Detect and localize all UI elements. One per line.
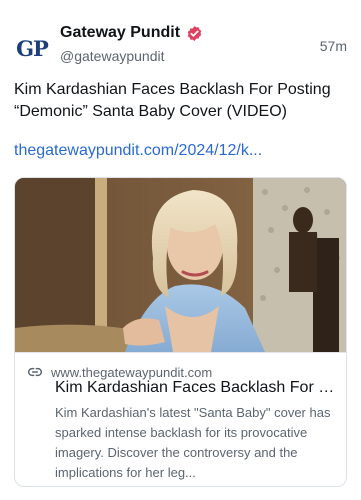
card-domain: www.thegatewaypundit.com	[51, 364, 213, 380]
post[interactable]: GP Gateway Pundit @gatewaypundit 57m Kim…	[0, 0, 361, 500]
post-link[interactable]: thegatewaypundit.com/2024/12/k...	[14, 142, 262, 160]
post-timestamp: 57m	[319, 38, 347, 54]
verified-badge-icon	[186, 25, 203, 42]
card-domain-row: www.thegatewaypundit.com	[27, 364, 212, 380]
card-divider	[15, 352, 346, 353]
author-display-name[interactable]: Gateway Pundit	[60, 24, 180, 42]
link-icon	[27, 364, 43, 380]
author-avatar[interactable]: GP	[14, 30, 50, 66]
card-description: Kim Kardashian's latest "Santa Baby" cov…	[55, 405, 331, 480]
post-text: Kim Kardashian Faces Backlash For Postin…	[14, 81, 331, 120]
avatar-logo-text: GP	[16, 35, 49, 61]
link-preview-card[interactable]: www.thegatewaypundit.com Kim Kardashian …	[14, 177, 347, 487]
author-handle[interactable]: @gatewaypundit	[60, 48, 165, 64]
card-title[interactable]: Kim Kardashian Faces Backlash For P...	[55, 379, 335, 397]
link-preview-image[interactable]	[15, 178, 346, 352]
author-name-row: Gateway Pundit	[60, 24, 203, 42]
